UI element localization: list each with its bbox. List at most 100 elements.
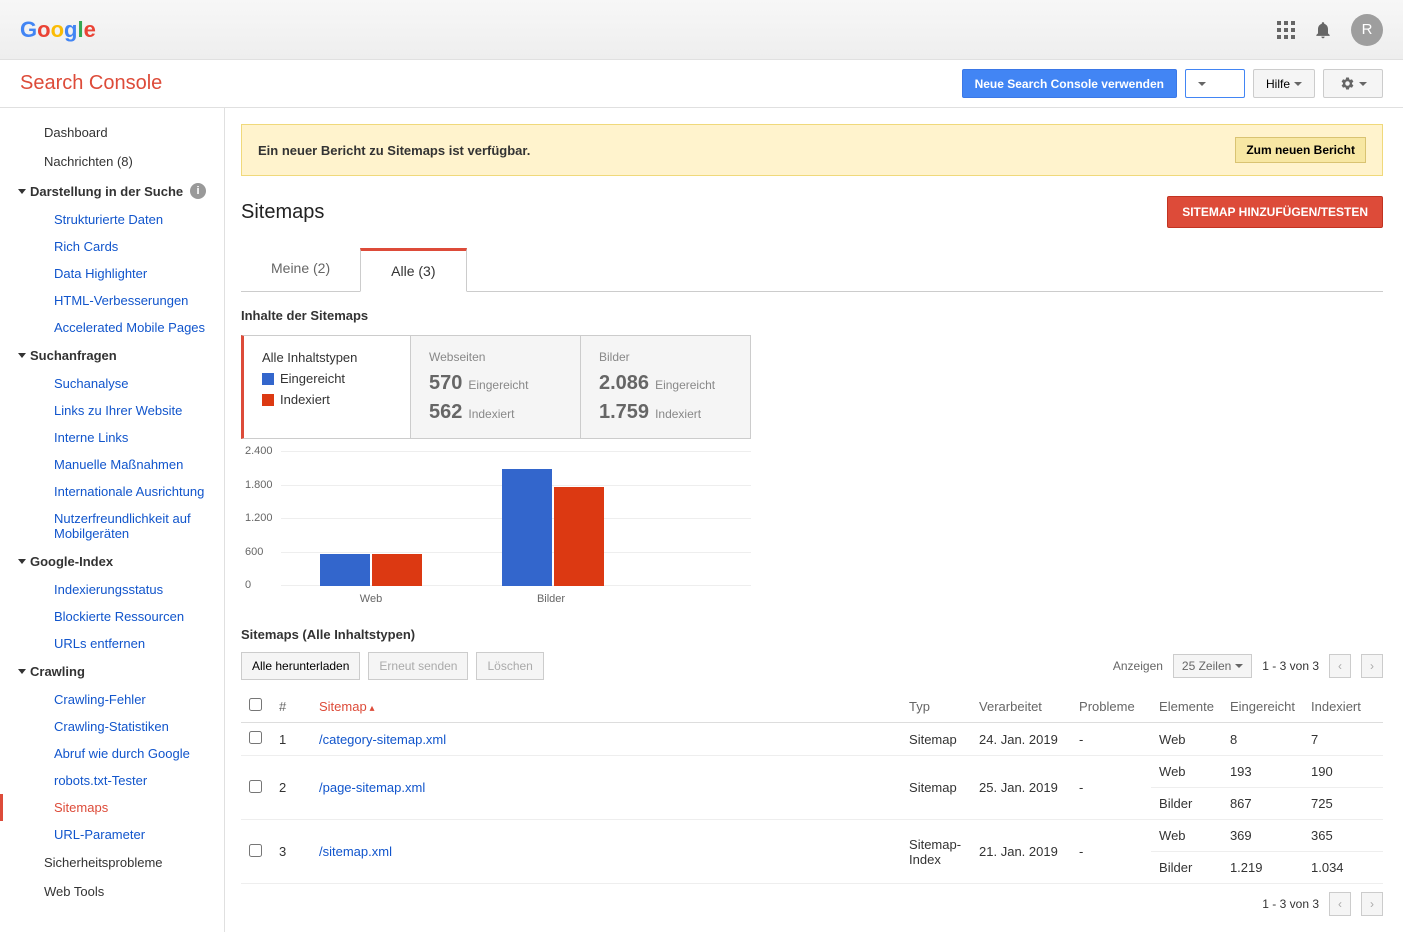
web-stats-box[interactable]: Webseiten 570Eingereicht 562Indexiert (411, 335, 581, 439)
google-logo[interactable]: Google (20, 17, 96, 43)
next-page-button-bottom[interactable]: › (1361, 892, 1383, 916)
sitemap-link[interactable]: /page-sitemap.xml (319, 780, 425, 795)
nav-web-tools[interactable]: Web Tools (0, 877, 224, 906)
col-elements[interactable]: Elemente (1151, 690, 1222, 723)
property-dropdown[interactable] (1185, 69, 1245, 98)
table-title: Sitemaps (Alle Inhaltstypen) (241, 627, 1383, 642)
x-axis-label: Bilder (491, 593, 611, 605)
nav-section-google-index[interactable]: Google-Index (0, 547, 224, 576)
stats-row: Alle Inhaltstypen Eingereicht Indexiert … (241, 335, 1383, 439)
nav-sub-item[interactable]: Rich Cards (0, 233, 224, 260)
row-checkbox[interactable] (249, 731, 262, 744)
nav-section-search-traffic[interactable]: Suchanfragen (0, 341, 224, 370)
tab-all[interactable]: Alle (3) (360, 248, 466, 292)
nav-section-search-appearance[interactable]: Darstellung in der Suchei (0, 176, 224, 206)
nav-section-crawling[interactable]: Crawling (0, 657, 224, 686)
notice-text: Ein neuer Bericht zu Sitemaps ist verfüg… (258, 143, 530, 158)
x-axis-label: Web (311, 593, 431, 605)
rows-select[interactable]: 25 Zeilen (1173, 654, 1252, 678)
avatar[interactable]: R (1351, 14, 1383, 46)
delete-button[interactable]: Löschen (476, 652, 543, 680)
sitemap-link[interactable]: /sitemap.xml (319, 844, 392, 859)
nav-sub-item[interactable]: Internationale Ausrichtung (0, 478, 224, 505)
col-type[interactable]: Typ (901, 690, 971, 723)
row-checkbox[interactable] (249, 780, 262, 793)
col-sitemap[interactable]: Sitemap (311, 690, 901, 723)
resend-button[interactable]: Erneut senden (368, 652, 468, 680)
nav-sub-item[interactable]: Accelerated Mobile Pages (0, 314, 224, 341)
sitemaps-table: # Sitemap Typ Verarbeitet Probleme Eleme… (241, 690, 1383, 884)
nav-sub-item[interactable]: HTML-Verbesserungen (0, 287, 224, 314)
notifications-icon[interactable] (1313, 20, 1333, 40)
nav-security[interactable]: Sicherheitsprobleme (0, 848, 224, 877)
new-console-button[interactable]: Neue Search Console verwenden (962, 69, 1177, 98)
table-row[interactable]: 2 /page-sitemap.xml Sitemap 25. Jan. 201… (241, 756, 1383, 788)
settings-button[interactable] (1323, 69, 1383, 98)
nav-sub-item[interactable]: Blockierte Ressourcen (0, 603, 224, 630)
table-row[interactable]: 1 /category-sitemap.xml Sitemap 24. Jan.… (241, 723, 1383, 756)
img-stats-box[interactable]: Bilder 2.086Eingereicht 1.759Indexiert (581, 335, 751, 439)
prev-page-button-bottom[interactable]: ‹ (1329, 892, 1351, 916)
nav-sub-item[interactable]: Strukturierte Daten (0, 206, 224, 233)
tabs: Meine (2) Alle (3) (241, 248, 1383, 292)
row-checkbox[interactable] (249, 844, 262, 857)
img-submitted-value: 2.086 (599, 372, 649, 394)
table-row[interactable]: 3 /sitemap.xml Sitemap-Index 21. Jan. 20… (241, 820, 1383, 852)
col-submitted[interactable]: Eingereicht (1222, 690, 1303, 723)
chart-bar[interactable] (372, 554, 422, 586)
chart-bar[interactable] (554, 487, 604, 586)
info-icon[interactable]: i (190, 183, 206, 199)
apps-icon[interactable] (1277, 21, 1295, 39)
sitemap-link[interactable]: /category-sitemap.xml (319, 732, 446, 747)
main-content: Ein neuer Bericht zu Sitemaps ist verfüg… (225, 108, 1403, 932)
nav-messages[interactable]: Nachrichten (8) (0, 147, 224, 176)
web-stats-label: Webseiten (429, 350, 562, 364)
nav-sub-item[interactable]: Manuelle Maßnahmen (0, 451, 224, 478)
nav-sub-item[interactable]: Sitemaps (0, 794, 224, 821)
range-label: 1 - 3 von 3 (1262, 659, 1319, 673)
chart-bar[interactable] (320, 554, 370, 586)
show-label: Anzeigen (1113, 659, 1163, 673)
sub-header: Search Console Neue Search Console verwe… (0, 60, 1403, 108)
chart-bar[interactable] (502, 469, 552, 586)
nav-sub-item[interactable]: Crawling-Statistiken (0, 713, 224, 740)
nav-dashboard[interactable]: Dashboard (0, 118, 224, 147)
nav-sub-item[interactable]: Indexierungsstatus (0, 576, 224, 603)
nav-sub-item[interactable]: Links zu Ihrer Website (0, 397, 224, 424)
col-problems[interactable]: Probleme (1071, 690, 1151, 723)
add-sitemap-button[interactable]: SITEMAP HINZUFÜGEN/TESTEN (1167, 196, 1383, 228)
web-indexed-value: 562 (429, 401, 462, 423)
img-indexed-value: 1.759 (599, 401, 649, 423)
legend-title: Alle Inhaltstypen (262, 350, 392, 365)
gear-icon (1340, 76, 1355, 91)
app-title[interactable]: Search Console (20, 72, 162, 95)
notice-bar: Ein neuer Bericht zu Sitemaps ist verfüg… (241, 124, 1383, 176)
nav-sub-item[interactable]: URL-Parameter (0, 821, 224, 848)
help-button[interactable]: Hilfe (1253, 69, 1315, 98)
nav-sub-item[interactable]: Abruf wie durch Google (0, 740, 224, 767)
col-processed[interactable]: Verarbeitet (971, 690, 1071, 723)
col-num[interactable]: # (271, 690, 311, 723)
next-page-button[interactable]: › (1361, 654, 1383, 678)
legend-indexed-label: Indexiert (280, 392, 330, 407)
page-title: Sitemaps (241, 201, 324, 224)
nav-sub-item[interactable]: Data Highlighter (0, 260, 224, 287)
download-all-button[interactable]: Alle herunterladen (241, 652, 360, 680)
legend-submitted-color (262, 373, 274, 385)
notice-button[interactable]: Zum neuen Bericht (1235, 137, 1366, 163)
tab-mine[interactable]: Meine (2) (241, 248, 360, 291)
nav-sub-item[interactable]: Crawling-Fehler (0, 686, 224, 713)
sidebar: Dashboard Nachrichten (8) Darstellung in… (0, 108, 225, 932)
nav-sub-item[interactable]: Interne Links (0, 424, 224, 451)
legend-submitted-label: Eingereicht (280, 371, 345, 386)
nav-sub-item[interactable]: Nutzerfreundlichkeit auf Mobilgeräten (0, 505, 224, 547)
select-all-checkbox[interactable] (249, 698, 262, 711)
prev-page-button[interactable]: ‹ (1329, 654, 1351, 678)
nav-sub-item[interactable]: URLs entfernen (0, 630, 224, 657)
nav-sub-item[interactable]: robots.txt-Tester (0, 767, 224, 794)
legend-box[interactable]: Alle Inhaltstypen Eingereicht Indexiert (241, 335, 411, 439)
sitemap-chart: 06001.2001.8002.400 WebBilder (281, 451, 751, 611)
col-indexed[interactable]: Indexiert (1303, 690, 1383, 723)
nav-sub-item[interactable]: Suchanalyse (0, 370, 224, 397)
web-submitted-value: 570 (429, 372, 462, 394)
